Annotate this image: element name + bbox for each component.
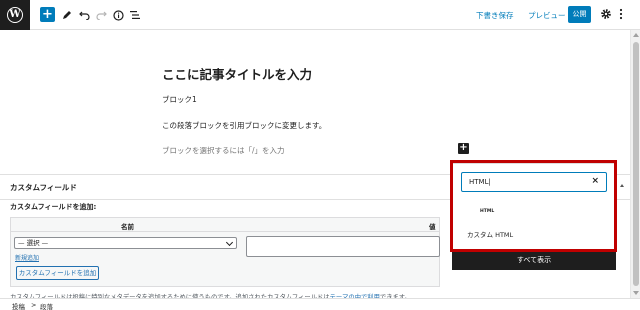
add-custom-field-button[interactable]: カスタムフィールドを追加 [16,266,99,280]
editor-toolbar: W + 下書き保存 プレビュー 公開 [0,0,640,30]
list-view-icon[interactable] [128,8,142,22]
html-block-icon[interactable]: HTML [480,209,494,214]
block-search-input[interactable]: HTML| × [461,172,607,192]
browse-all-button[interactable]: すべて表示 [452,250,616,270]
column-header-value: 値 [429,223,436,231]
more-vertical-icon[interactable] [619,8,629,22]
breadcrumb-paragraph[interactable]: 段落 [40,301,53,310]
custom-html-block-option[interactable]: カスタム HTML [467,229,513,239]
editor-scrollbar[interactable] [630,30,640,298]
metabox-title[interactable]: カスタムフィールド [10,182,77,193]
add-custom-field-heading: カスタムフィールドを追加: [10,203,97,211]
publish-button[interactable]: 公開 [568,6,591,23]
preview-button[interactable]: プレビュー [528,10,566,21]
wordpress-logo-letter: W [7,7,23,23]
block-inserter-popover: HTML| × HTML カスタム HTML [452,163,616,250]
save-draft-button[interactable]: 下書き保存 [476,10,514,21]
breadcrumb-post[interactable]: 投稿 [12,301,25,310]
wordpress-logo-icon[interactable]: W [0,0,30,30]
meta-key-select[interactable]: — 選択 — [14,237,237,249]
block-search-value: HTML| [469,178,491,186]
chevron-down-icon [225,238,234,247]
add-block-button[interactable]: + [40,7,55,22]
gear-icon[interactable] [600,8,614,22]
post-title[interactable]: ここに記事タイトルを入力 [162,64,312,83]
scrollbar-thumb[interactable] [633,42,639,286]
scroll-up-icon[interactable] [633,33,639,37]
column-header-name: 名前 [121,223,134,231]
redo-icon[interactable] [94,8,108,22]
custom-field-table-header: 名前 値 [11,218,439,232]
pen-icon[interactable] [60,8,74,22]
close-icon[interactable]: × [591,176,599,186]
breadcrumb-separator-icon: > [31,301,37,309]
paragraph-block[interactable]: この段落ブロックを引用ブロックに変更します。 [162,120,326,131]
block-breadcrumb: 投稿 > 段落 [0,298,640,310]
block-inserter-button[interactable]: + [458,143,469,154]
undo-icon[interactable] [77,8,91,22]
collapse-arrow-icon[interactable] [620,184,624,187]
meta-key-select-value: — 選択 — [18,239,49,247]
meta-value-textarea[interactable] [246,236,440,257]
enter-new-key-link[interactable]: 新規追加 [15,253,39,262]
paragraph-block[interactable]: ブロック1 [162,94,197,105]
empty-block-placeholder[interactable]: ブロックを選択するには「/」を入力 [162,145,285,156]
info-icon[interactable] [111,8,125,22]
scroll-down-icon[interactable] [633,291,639,295]
